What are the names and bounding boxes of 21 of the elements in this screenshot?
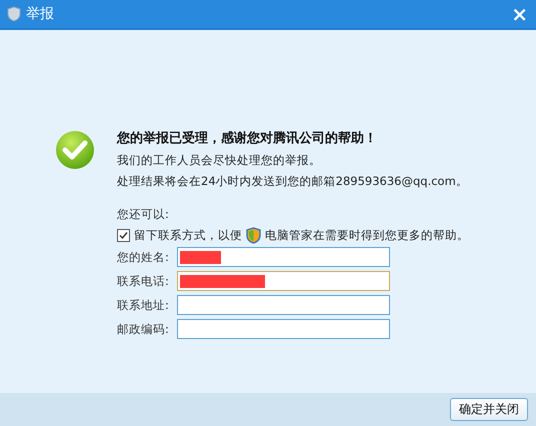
message-text: 我们的工作人员会尽快处理您的举报。 xyxy=(117,153,322,168)
field-label: 联系电话: xyxy=(117,274,170,288)
window-title: 举报 xyxy=(26,5,54,23)
shield-icon xyxy=(246,227,261,244)
input-field[interactable] xyxy=(177,271,390,291)
consent-text: 留下联系方式，以便 xyxy=(134,228,242,243)
checkbox[interactable] xyxy=(117,229,130,242)
field-label: 您的姓名: xyxy=(117,250,170,264)
message-text: 处理结果将会在24小时内发送到您的邮箱289593636@qq.com。 xyxy=(117,174,469,189)
heading: 您的举报已受理，感谢您对腾讯公司的帮助！ xyxy=(117,130,378,147)
confirm-close-button[interactable]: 确定并关闭 xyxy=(450,398,528,421)
input-field[interactable] xyxy=(177,247,390,267)
check-icon xyxy=(55,130,95,170)
close-button[interactable]: × xyxy=(509,4,530,24)
input-field[interactable] xyxy=(177,319,390,339)
shield-icon xyxy=(7,6,21,22)
intro-text: 您还可以: xyxy=(117,207,170,222)
input-field[interactable] xyxy=(177,295,390,315)
consent-text: 电脑管家在需要时得到您更多的帮助。 xyxy=(265,228,469,243)
field-label: 联系地址: xyxy=(117,298,170,312)
field-label: 邮政编码: xyxy=(117,322,170,336)
